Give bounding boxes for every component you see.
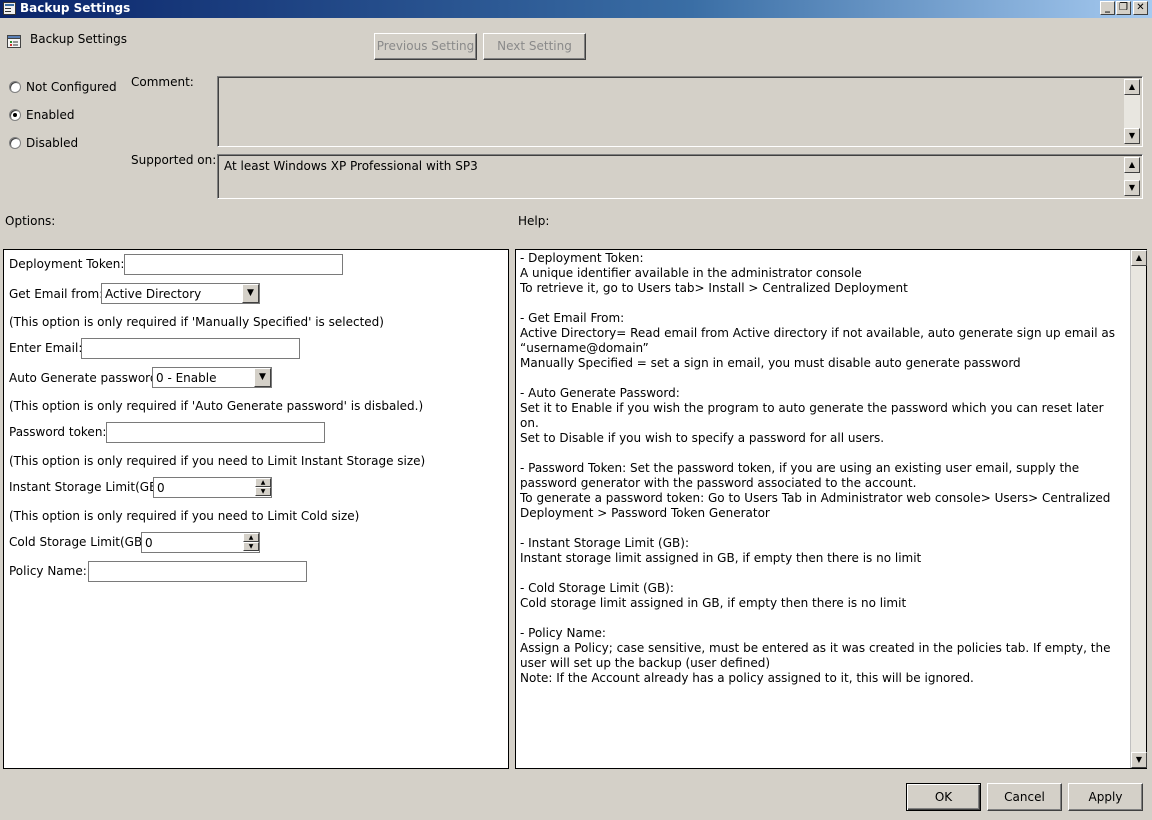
deployment-token-label: Deployment Token: xyxy=(9,257,125,271)
get-email-value: Active Directory xyxy=(105,287,202,301)
help-scrollbar[interactable]: ▲ ▼ xyxy=(1130,250,1147,768)
ok-button[interactable]: OK xyxy=(906,783,981,811)
cold-note: (This option is only required if you nee… xyxy=(9,509,360,523)
manual-note: (This option is only required if 'Manual… xyxy=(9,315,384,329)
next-setting-button[interactable]: Next Setting xyxy=(483,33,586,60)
restore-button[interactable]: ❐ xyxy=(1116,1,1131,15)
supported-on-label: Supported on: xyxy=(131,153,217,167)
title-bar[interactable]: Backup Settings _ ❐ ✕ xyxy=(0,0,1152,18)
help-auto-generate: - Auto Generate Password: Set it to Enab… xyxy=(520,386,1104,445)
help-instant-storage: - Instant Storage Limit (GB): Instant st… xyxy=(520,536,922,565)
options-section-label: Options: xyxy=(5,214,56,228)
policy-settings-icon xyxy=(3,2,16,15)
instant-limit-label: Instant Storage Limit(GB) xyxy=(9,480,162,494)
get-email-label: Get Email from: xyxy=(9,287,104,301)
auto-generate-label: Auto Generate password xyxy=(9,371,158,385)
previous-setting-button[interactable]: Previous Setting xyxy=(374,33,477,60)
policy-settings-icon xyxy=(7,35,21,48)
supported-on-box: At least Windows XP Professional with SP… xyxy=(217,154,1143,199)
minimize-button[interactable]: _ xyxy=(1100,1,1115,15)
scroll-down-icon[interactable]: ▼ xyxy=(1131,752,1147,768)
spin-up-icon[interactable]: ▲ xyxy=(255,478,271,487)
not-configured-label[interactable]: Not Configured xyxy=(26,80,117,94)
help-password-token: - Password Token: Set the password token… xyxy=(520,461,1111,520)
help-section-label: Help: xyxy=(518,214,550,228)
spin-up-icon[interactable]: ▲ xyxy=(243,533,259,542)
instant-limit-stepper[interactable]: 0 ▲ ▼ xyxy=(153,477,272,498)
comment-label: Comment: xyxy=(131,75,194,89)
cold-limit-label: Cold Storage Limit(GB) xyxy=(9,535,147,549)
window-title: Backup Settings xyxy=(20,1,131,15)
help-deployment-token: - Deployment Token: A unique identifier … xyxy=(520,251,908,295)
auto-generate-dropdown[interactable]: 0 - Enable ▼ xyxy=(152,367,272,388)
autogen-note: (This option is only required if 'Auto G… xyxy=(9,399,424,413)
close-icon: ✕ xyxy=(1136,2,1145,13)
auto-generate-value: 0 - Enable xyxy=(156,371,217,385)
cold-limit-stepper[interactable]: 0 ▲ ▼ xyxy=(141,532,260,553)
cold-limit-value: 0 xyxy=(145,536,153,550)
help-policy-name: - Policy Name: Assign a Policy; case sen… xyxy=(520,626,1111,685)
header-title: Backup Settings xyxy=(30,32,128,46)
enabled-radio[interactable] xyxy=(9,109,21,121)
chevron-down-icon[interactable]: ▼ xyxy=(254,368,271,387)
instant-limit-value: 0 xyxy=(157,481,165,495)
enter-email-label: Enter Email: xyxy=(9,341,83,355)
comment-scrollbar[interactable]: ▲ ▼ xyxy=(1124,79,1140,144)
help-text: - Deployment Token: A unique identifier … xyxy=(520,251,1125,701)
password-token-input[interactable] xyxy=(106,422,325,443)
instant-note: (This option is only required if you nee… xyxy=(9,454,426,468)
comment-textarea[interactable]: ▲ ▼ xyxy=(217,76,1143,147)
scroll-up-icon[interactable]: ▲ xyxy=(1124,157,1140,173)
cancel-button[interactable]: Cancel xyxy=(987,783,1062,811)
enter-email-input[interactable] xyxy=(81,338,300,359)
spin-down-icon[interactable]: ▼ xyxy=(243,542,259,551)
policy-name-label: Policy Name: xyxy=(9,564,87,578)
password-token-label: Password token: xyxy=(9,425,107,439)
apply-button[interactable]: Apply xyxy=(1068,783,1143,811)
help-get-email: - Get Email From: Active Directory= Read… xyxy=(520,311,1115,370)
deployment-token-input[interactable] xyxy=(124,254,343,275)
disabled-label[interactable]: Disabled xyxy=(26,136,78,150)
help-cold-storage: - Cold Storage Limit (GB): Cold storage … xyxy=(520,581,907,610)
restore-icon: ❐ xyxy=(1119,2,1128,13)
scroll-down-icon[interactable]: ▼ xyxy=(1124,128,1140,144)
get-email-dropdown[interactable]: Active Directory ▼ xyxy=(101,283,260,304)
supported-on-value: At least Windows XP Professional with SP… xyxy=(224,159,478,173)
enabled-label[interactable]: Enabled xyxy=(26,108,75,122)
supported-scrollbar[interactable]: ▲ ▼ xyxy=(1124,157,1140,196)
policy-name-input[interactable] xyxy=(88,561,307,582)
chevron-down-icon[interactable]: ▼ xyxy=(242,284,259,303)
not-configured-radio[interactable] xyxy=(9,81,21,93)
scroll-up-icon[interactable]: ▲ xyxy=(1124,79,1140,95)
disabled-radio[interactable] xyxy=(9,137,21,149)
close-button[interactable]: ✕ xyxy=(1133,1,1148,15)
spin-down-icon[interactable]: ▼ xyxy=(255,487,271,496)
minimize-icon: _ xyxy=(1105,2,1110,13)
scroll-up-icon[interactable]: ▲ xyxy=(1131,250,1147,266)
scroll-down-icon[interactable]: ▼ xyxy=(1124,180,1140,196)
